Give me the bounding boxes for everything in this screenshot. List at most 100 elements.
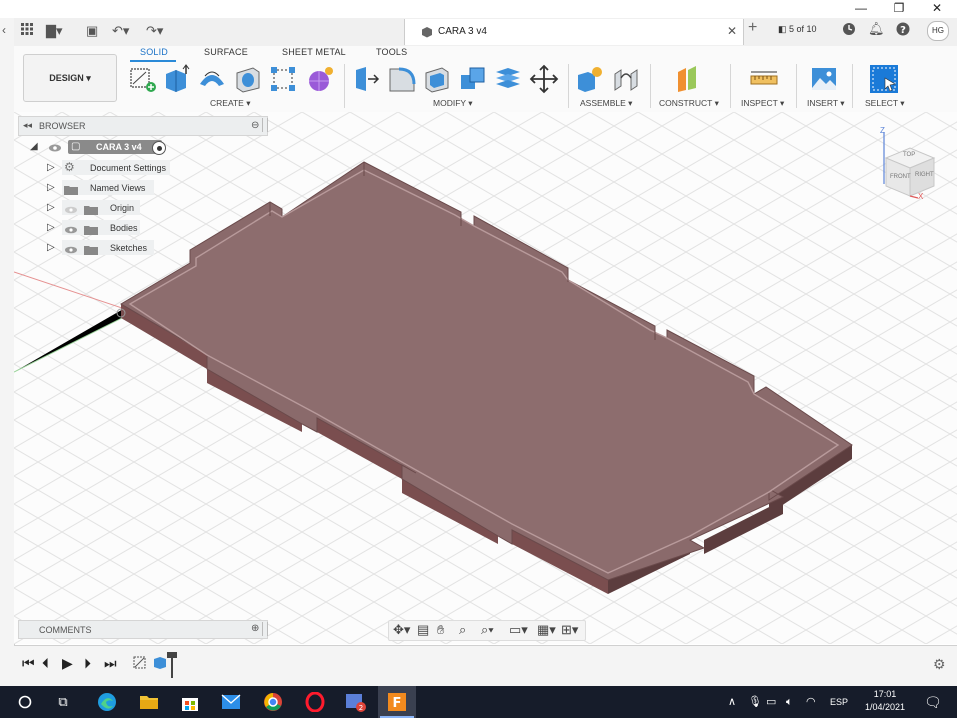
tab-sheet-metal[interactable]: SHEET METAL [282,47,346,57]
pan-hand-icon[interactable]: ✋︎ [437,622,444,638]
tab-surface[interactable]: SURFACE [204,47,248,57]
collapse-panel-icon[interactable]: ◂◂ [23,120,32,131]
document-tab[interactable]: CARA 3 v4 ✕ [404,19,744,45]
undo-icon[interactable]: ↶▾ [112,18,129,44]
split-body-icon[interactable] [493,64,523,94]
document-close-icon[interactable]: ✕ [727,24,737,38]
go-to-start-icon[interactable]: ⏮ [22,655,35,672]
view-cube[interactable]: TOP FRONT RIGHT Z X [874,126,946,211]
microsoft-store-icon[interactable] [171,686,209,718]
zoom-icon[interactable]: ⌕ [459,622,466,638]
timeline-extrude-feature-icon[interactable] [152,654,168,675]
combine-icon[interactable] [458,64,488,94]
wifi-icon[interactable]: ◠ [806,686,816,718]
step-back-icon[interactable]: ⏴ [42,655,49,672]
file-menu-icon[interactable]: ▇▾ [46,18,63,44]
user-avatar[interactable]: HG [927,21,949,41]
press-pull-icon[interactable] [352,64,382,94]
task-view-icon[interactable]: ⧉ [44,686,82,718]
offset-plane-icon[interactable] [674,64,704,94]
viewcube-front-face[interactable]: FRONT [890,174,911,180]
tree-item-sketches[interactable]: Sketches [62,240,154,255]
timeline-marker[interactable] [167,652,177,683]
redo-icon[interactable]: ↷▾ [146,18,163,44]
inspect-group-label[interactable]: INSPECT ▾ [741,98,784,109]
shell-icon[interactable] [422,64,452,94]
start-search-icon[interactable] [6,686,44,718]
restore-button[interactable]: ❐ [884,0,914,18]
tree-item-named-views[interactable]: Named Views [62,180,154,195]
fusion360-app-icon[interactable]: F [378,686,416,718]
viewports-icon[interactable]: ⊞▾ [561,622,578,638]
new-tab-icon[interactable]: + [748,19,757,37]
hole-icon[interactable] [233,64,263,94]
timeline-settings-gear-icon[interactable]: ⚙ [933,656,946,673]
browser-panel-header[interactable]: ◂◂ BROWSER ⊖ [18,116,268,136]
measure-icon[interactable] [749,64,779,94]
expand-root-icon[interactable]: ◢ [30,141,38,152]
minimize-button[interactable]: — [846,0,876,18]
grid-menu-icon[interactable] [20,22,34,41]
fillet-icon[interactable] [387,64,417,94]
battery-icon[interactable]: ▭ [766,686,776,718]
activate-radio-icon[interactable] [152,141,166,155]
tree-item-bodies[interactable]: Bodies [62,220,140,235]
clock[interactable]: 17:01 1/04/2021 [862,689,908,712]
expand-arrow-icon[interactable]: ▷ [47,242,55,253]
photos-app-icon[interactable]: 2 [337,686,375,718]
tab-solid[interactable]: SOLID [140,47,168,57]
modify-group-label[interactable]: MODIFY ▾ [433,98,473,109]
move-copy-icon[interactable] [529,64,559,94]
comments-panel-header[interactable]: COMMENTS ⊕ [18,620,268,639]
expand-arrow-icon[interactable]: ▷ [47,182,55,193]
revolve-icon[interactable] [197,64,227,94]
show-hidden-icons-chevron-icon[interactable]: ∧ [728,686,736,718]
fit-zoom-icon[interactable]: ⌕▾ [481,622,494,638]
panel-resize-handle[interactable] [262,622,268,636]
look-at-icon[interactable]: ▤ [417,622,429,638]
notifications-bell-icon[interactable]: 🔔︎ [868,21,885,37]
play-icon[interactable]: ▶ [62,655,73,672]
select-icon[interactable] [869,64,899,94]
mail-icon[interactable] [212,686,250,718]
select-group-label[interactable]: SELECT ▾ [865,98,905,109]
timeline-sketch-feature-icon[interactable] [132,654,148,675]
grid-settings-icon[interactable]: ▦▾ [537,622,556,638]
add-comment-icon[interactable]: ⊕ [251,623,259,634]
hidden-eye-icon[interactable] [64,202,78,220]
create-form-icon[interactable] [304,64,334,94]
visibility-eye-icon[interactable] [48,141,62,153]
notification-center-icon[interactable]: 🗨︎ [924,686,942,718]
edge-browser-icon[interactable] [88,686,126,718]
create-sketch-icon[interactable] [128,64,158,94]
new-component-icon[interactable] [575,64,605,94]
insert-group-label[interactable]: INSERT ▾ [807,98,845,109]
assemble-group-label[interactable]: ASSEMBLE ▾ [580,98,632,109]
panel-resize-handle[interactable] [262,118,268,132]
collapse-left-icon[interactable]: ‹ [2,23,6,37]
panel-minimize-icon[interactable]: ⊖ [251,120,259,131]
microphone-icon[interactable]: 🎙︎ [748,686,762,718]
go-to-end-icon[interactable]: ⏭ [104,655,117,672]
root-component-node[interactable]: ▢ CARA 3 v4 [68,140,162,154]
tab-tools[interactable]: TOOLS [376,47,407,57]
visibility-eye-icon[interactable] [64,222,78,240]
help-icon[interactable]: ? [896,22,910,41]
pattern-icon[interactable] [268,64,298,94]
display-settings-icon[interactable]: ▭▾ [509,622,528,638]
volume-icon[interactable]: 🔈︎ [786,686,793,718]
expand-arrow-icon[interactable]: ▷ [47,222,55,233]
expand-arrow-icon[interactable]: ▷ [47,202,55,213]
jobs-status[interactable]: ◧ 5 of 10 [778,24,817,35]
save-icon[interactable]: ▣ [86,18,98,44]
history-clock-icon[interactable] [842,22,856,41]
workspace-design-button[interactable]: DESIGN ▾ [23,54,117,102]
opera-browser-icon[interactable] [296,686,334,718]
input-language[interactable]: ESP [830,686,848,718]
insert-image-icon[interactable] [809,64,839,94]
create-group-label[interactable]: CREATE ▾ [210,98,250,109]
viewcube-top-face[interactable]: TOP [903,152,915,158]
expand-arrow-icon[interactable]: ▷ [47,162,55,173]
chrome-browser-icon[interactable] [254,686,292,718]
window-close-button[interactable]: ✕ [922,0,952,18]
